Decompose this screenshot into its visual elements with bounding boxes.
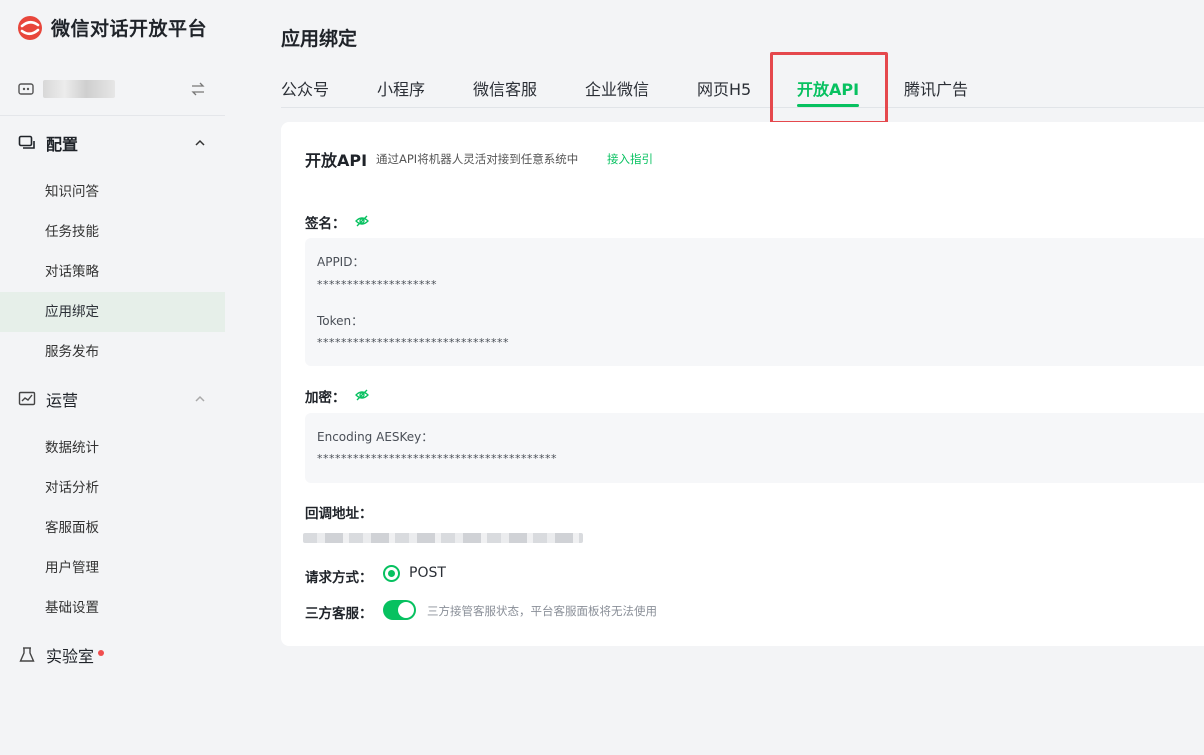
post-radio[interactable] <box>383 565 400 582</box>
sidebar-item-dialog-strategy[interactable]: 对话策略 <box>0 252 225 292</box>
encryption-box: Encoding AESKey： ***********************… <box>305 413 1204 483</box>
open-api-card: 开放API 通过API将机器人灵活对接到任意系统中 接入指引 签名： APPID… <box>281 122 1204 646</box>
token-value: ******************************** <box>317 336 509 349</box>
eye-hidden-icon[interactable] <box>355 214 369 228</box>
tab-bar: 公众号 小程序 微信客服 企业微信 网页H5 开放API 腾讯广告 <box>281 66 1204 108</box>
sidebar-item-service-publish[interactable]: 服务发布 <box>0 332 225 372</box>
chevron-up-icon <box>195 395 205 402</box>
tab-official-account[interactable]: 公众号 <box>281 76 329 100</box>
tab-wecom[interactable]: 企业微信 <box>585 76 649 100</box>
sidebar-item-cs-panel[interactable]: 客服面板 <box>0 508 225 548</box>
sidebar-item-dialog-analysis[interactable]: 对话分析 <box>0 468 225 508</box>
aeskey-value: **************************************** <box>317 452 557 465</box>
tab-mini-program[interactable]: 小程序 <box>377 76 425 100</box>
token-label: Token： <box>317 314 364 328</box>
eye-hidden-icon[interactable] <box>355 388 369 402</box>
appid-value: ******************** <box>317 278 437 291</box>
third-party-cs-note: 三方接管客服状态，平台客服面板将无法使用 <box>427 604 657 618</box>
sidebar-item-app-binding[interactable]: 应用绑定 <box>0 292 225 332</box>
card-description: 通过API将机器人灵活对接到任意系统中 <box>376 152 579 166</box>
swap-icon[interactable] <box>189 80 207 98</box>
encryption-label: 加密： <box>305 390 346 406</box>
post-radio-label: POST <box>409 565 446 581</box>
card-title: 开放API <box>305 151 368 170</box>
tab-web-h5[interactable]: 网页H5 <box>697 76 751 100</box>
sidebar-item-user-management[interactable]: 用户管理 <box>0 548 225 588</box>
signature-label: 签名： <box>305 216 346 232</box>
aeskey-label: Encoding AESKey： <box>317 430 434 444</box>
sidebar-divider <box>0 115 225 116</box>
request-method-label: 请求方式： <box>305 570 373 586</box>
tab-open-api[interactable]: 开放API <box>797 76 859 100</box>
robot-icon <box>18 83 34 95</box>
brand-title: 微信对话开放平台 <box>51 18 208 40</box>
callback-url-label: 回调地址： <box>305 506 373 522</box>
logo-icon <box>18 15 42 40</box>
tab-wechat-cs[interactable]: 微信客服 <box>473 76 537 100</box>
nav-group-operations[interactable]: 运营 <box>18 384 208 414</box>
notification-dot <box>98 650 105 656</box>
bot-name-blurred <box>43 80 115 98</box>
third-party-cs-toggle[interactable] <box>383 600 416 620</box>
page-title: 应用绑定 <box>281 28 358 50</box>
flask-icon <box>19 647 35 662</box>
sidebar-item-knowledge-qa[interactable]: 知识问答 <box>0 172 225 212</box>
nav-group-config-label: 配置 <box>46 135 79 154</box>
signature-box: APPID： ******************** Token： *****… <box>305 238 1204 366</box>
nav-group-config[interactable]: 配置 <box>18 128 208 158</box>
bot-switcher[interactable] <box>17 76 207 102</box>
tab-tencent-ads[interactable]: 腾讯广告 <box>904 76 968 100</box>
nav-group-lab-label: 实验室 <box>46 647 95 666</box>
appid-label: APPID： <box>317 255 365 269</box>
chat-bubble-icon <box>18 135 35 149</box>
sidebar-item-basic-settings[interactable]: 基础设置 <box>0 588 225 628</box>
callback-url-blurred <box>303 533 583 543</box>
integration-guide-link[interactable]: 接入指引 <box>607 151 653 167</box>
nav-group-lab[interactable]: 实验室 <box>18 640 208 670</box>
sidebar-item-data-stats[interactable]: 数据统计 <box>0 428 225 468</box>
nav-group-operations-label: 运营 <box>46 391 79 410</box>
brand[interactable]: 微信对话开放平台 <box>17 14 207 41</box>
chevron-up-icon <box>195 139 205 146</box>
sidebar-item-task-skills[interactable]: 任务技能 <box>0 212 225 252</box>
tab-active-underline <box>797 104 859 107</box>
sidebar: 微信对话开放平台 配置 知识问答 任务技能 对话策略 应用绑定 服务发布 运营 … <box>0 0 225 755</box>
third-party-cs-label: 三方客服： <box>305 606 373 622</box>
chart-icon <box>18 391 36 406</box>
